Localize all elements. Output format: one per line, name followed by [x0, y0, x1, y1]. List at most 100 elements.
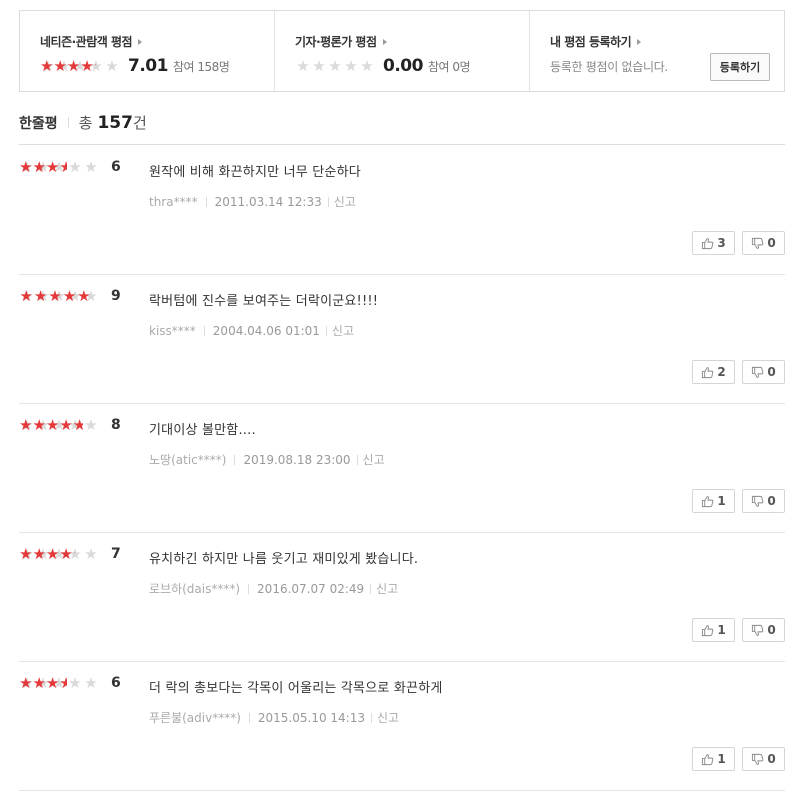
- divider: [327, 196, 329, 207]
- star-icon: ★: [40, 58, 54, 74]
- thumbs-up-icon: [701, 366, 717, 379]
- review-meta: 노땅(atic****) 2019.08.18 23:00 신고: [149, 451, 385, 468]
- review-text: 유치하긴 하지만 나름 웃기고 재미있게 봤습니다.: [149, 552, 419, 567]
- like-button[interactable]: 3: [692, 231, 735, 255]
- arrow-right-icon: [637, 38, 642, 45]
- review-date: 2016.07.07 02:49: [257, 581, 365, 596]
- review-votes: 30: [692, 231, 785, 255]
- like-button[interactable]: 1: [692, 489, 735, 513]
- review-text: 원작에 비해 화끈하지만 너무 단순하다: [149, 165, 361, 180]
- review-meta: kiss**** 2004.04.06 01:01 신고: [149, 322, 354, 339]
- netizen-rating-title[interactable]: 네티즌·관람객 평점: [40, 33, 274, 50]
- dislike-button[interactable]: 0: [742, 747, 785, 771]
- star-icon: ★: [59, 417, 73, 433]
- review-score: 6: [111, 675, 121, 691]
- star-icon: ★: [19, 417, 33, 433]
- dislike-count: 0: [767, 752, 776, 766]
- review-text: 기대이상 볼만함....: [149, 423, 256, 438]
- like-button[interactable]: 1: [692, 618, 735, 642]
- star-icon: ★: [59, 159, 67, 175]
- dislike-button[interactable]: 0: [742, 360, 785, 384]
- critic-rating-title[interactable]: 기자·평론가 평점: [295, 33, 529, 50]
- register-button[interactable]: 등록하기: [710, 53, 770, 81]
- star-icon: ★: [328, 57, 342, 75]
- star-icon: ★: [84, 545, 98, 563]
- like-button[interactable]: 2: [692, 360, 735, 384]
- report-link[interactable]: 신고: [332, 322, 354, 339]
- review-item: ★★★★★★★★★★ 7 유치하긴 하지만 나름 웃기고 재미있게 봤습니다. 로브하…: [19, 532, 785, 662]
- star-icon: ★: [105, 57, 119, 75]
- star-icon: ★: [312, 57, 326, 75]
- review-meta: 로브하(dais****) 2016.07.07 02:49 신고: [149, 580, 398, 597]
- star-icon: ★: [94, 58, 96, 74]
- review-item: ★ ★ ★ ★ ★ ★ ★ ★ ★ ★ 8 기대이상 볼만함.... 노땅(atic****) 2019.…: [19, 403, 785, 533]
- report-link[interactable]: 신고: [376, 580, 398, 597]
- critic-participants: 참여 0명: [427, 59, 471, 74]
- review-text: 더 락의 총보다는 각목이 어울리는 각목으로 화끈하게: [149, 681, 443, 696]
- dislike-button[interactable]: 0: [742, 618, 785, 642]
- report-link[interactable]: 신고: [363, 451, 385, 468]
- divider: [203, 325, 205, 336]
- divider: [356, 454, 358, 465]
- review-user[interactable]: 로브하(dais****): [149, 580, 240, 597]
- like-button[interactable]: 1: [692, 747, 735, 771]
- review-date: 2004.04.06 01:01: [212, 323, 320, 338]
- star-icon: ★: [45, 417, 60, 433]
- star-icon: ★: [53, 58, 67, 74]
- review-item: ★★★★★★★★★★ 6 더 락의 총보다는 각목이 어울리는 각목으로 화끈하게푸…: [19, 661, 785, 791]
- total-label: 총: [78, 114, 93, 132]
- review-text: 락버텀에 진수를 보여주는 더락이군요!!!!: [149, 294, 379, 309]
- arrow-right-icon: [138, 38, 143, 45]
- star-icon: ★: [48, 288, 62, 304]
- review-date: 2015.05.10 14:13: [257, 710, 365, 725]
- my-rating-title[interactable]: 내 평점 등록하기: [550, 33, 784, 50]
- like-count: 2: [717, 365, 726, 379]
- star-icon: ★: [68, 674, 82, 692]
- divider: [248, 583, 250, 594]
- netizen-score: 7.01: [128, 56, 168, 76]
- review-score: 6: [111, 159, 121, 175]
- critic-star-rating: ★★★★★★★★★★: [295, 58, 375, 74]
- review-item: ★★★★★★★★★★ 6 원작에 비해 화끈하지만 너무 단순하다 thra**** 2…: [19, 145, 785, 275]
- thumbs-up-icon: [701, 753, 717, 766]
- review-rating: ★★★★★★★★★★ 6: [19, 675, 121, 691]
- star-icon: ★: [360, 57, 374, 75]
- netizen-star-rating: ★★★★★★★★★★: [40, 58, 120, 74]
- like-count: 1: [717, 752, 726, 766]
- divider: [371, 712, 372, 723]
- thumbs-down-icon: [751, 237, 767, 250]
- dislike-button[interactable]: 0: [742, 489, 785, 513]
- dislike-count: 0: [767, 365, 776, 379]
- star-icon: ★: [68, 158, 82, 176]
- review-votes: 10: [692, 489, 785, 513]
- star-icon: ★: [19, 546, 33, 562]
- review-list-title: 한줄평: [19, 116, 58, 132]
- review-star-rating: ★★★★★★★★★★: [19, 675, 99, 691]
- star-icon: ★: [45, 546, 60, 562]
- dislike-count: 0: [767, 494, 776, 508]
- arrow-right-icon: [382, 38, 387, 45]
- report-link[interactable]: 신고: [377, 709, 399, 726]
- report-link[interactable]: 신고: [334, 193, 356, 210]
- review-user[interactable]: 푸른불(adiv****): [149, 709, 241, 726]
- review-date: 2019.08.18 23:00: [243, 452, 351, 467]
- review-score: 7: [111, 546, 121, 562]
- review-score: 9: [111, 288, 121, 304]
- review-date: 2011.03.14 12:33: [214, 194, 322, 209]
- review-user[interactable]: thra****: [149, 195, 198, 209]
- dislike-count: 0: [767, 623, 776, 637]
- review-count: 157: [97, 113, 133, 133]
- divider: [248, 712, 250, 723]
- review-star-rating: ★★★★★★★★★★: [19, 159, 99, 175]
- star-icon: ★: [32, 675, 46, 691]
- dislike-button[interactable]: 0: [742, 231, 785, 255]
- divider: [234, 454, 236, 465]
- review-user[interactable]: kiss****: [149, 324, 196, 338]
- star-icon: ★: [19, 288, 33, 304]
- review-user[interactable]: 노땅(atic****): [149, 451, 226, 468]
- star-icon: ★: [296, 57, 310, 75]
- review-meta: thra**** 2011.03.14 12:33 신고: [149, 193, 356, 210]
- review-rating: ★ ★ ★ ★ ★ ★ ★ ★ ★ ★ 9: [19, 288, 121, 304]
- review-star-rating: ★★★★★★★★★★: [19, 288, 99, 304]
- star-icon: ★: [77, 288, 91, 304]
